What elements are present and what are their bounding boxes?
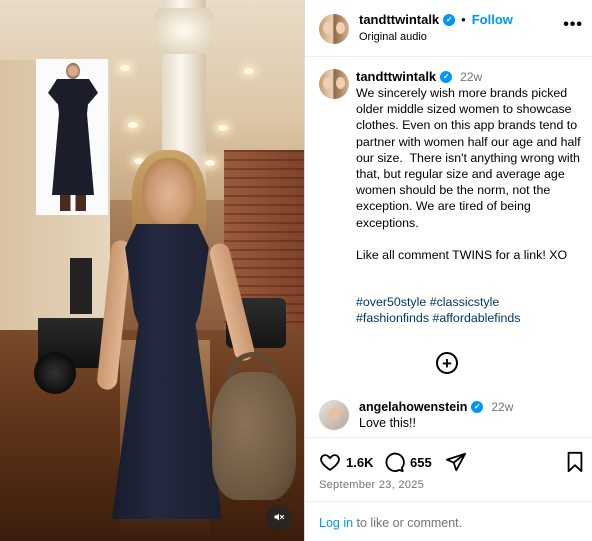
comment-timestamp[interactable]: 22w bbox=[491, 400, 513, 414]
caption-username[interactable]: tandttwintalk bbox=[356, 69, 436, 84]
hashtag-link[interactable]: #over50style bbox=[356, 295, 426, 309]
hashtags: #over50style #classicstyle #fashionfinds… bbox=[356, 294, 586, 326]
mute-button[interactable] bbox=[266, 504, 292, 530]
save-button[interactable] bbox=[565, 451, 585, 478]
speaker-muted-icon bbox=[274, 513, 285, 521]
ceiling-light bbox=[128, 122, 138, 128]
original-audio-link[interactable]: Original audio bbox=[359, 31, 427, 43]
hashtag-link[interactable]: #affordablefinds bbox=[432, 311, 520, 325]
comment-icon bbox=[385, 452, 405, 473]
plus-circle-icon: + bbox=[442, 353, 452, 373]
login-link[interactable]: Log in bbox=[319, 516, 353, 530]
comments-section[interactable]: tandttwintalk ✓ 22w We sincerely wish mo… bbox=[305, 57, 592, 437]
avatar[interactable] bbox=[319, 400, 349, 430]
verified-badge-icon: ✓ bbox=[443, 13, 456, 26]
separator-dot: • bbox=[461, 12, 466, 27]
comment-count[interactable]: 655 bbox=[410, 455, 432, 470]
hashtag-link[interactable]: #classicstyle bbox=[430, 295, 500, 309]
reel-video[interactable] bbox=[0, 0, 304, 541]
login-prompt: Log in to like or comment. bbox=[305, 501, 592, 541]
ceiling-light bbox=[205, 160, 215, 166]
woman-face bbox=[142, 158, 196, 224]
verified-badge-icon: ✓ bbox=[471, 401, 484, 413]
heart-icon bbox=[320, 454, 340, 471]
login-prompt-text: to like or comment. bbox=[353, 516, 463, 530]
avatar[interactable] bbox=[319, 14, 349, 44]
product-photo-inset bbox=[36, 59, 108, 215]
caption-timestamp[interactable]: 22w bbox=[460, 70, 482, 84]
comment-button[interactable]: 655 bbox=[383, 451, 432, 473]
more-options-icon[interactable]: ••• bbox=[563, 16, 583, 34]
paper-plane-icon bbox=[445, 452, 467, 472]
like-button[interactable]: 1.6K bbox=[319, 451, 373, 473]
post-header: tandttwintalk ✓ • Follow Original audio … bbox=[305, 0, 592, 57]
load-more-comments-button[interactable]: + bbox=[436, 352, 458, 374]
handbag bbox=[212, 372, 296, 500]
post-panel: tandttwintalk ✓ • Follow Original audio … bbox=[304, 0, 592, 541]
tv bbox=[70, 258, 92, 314]
ceiling-light bbox=[218, 125, 228, 131]
ceiling-light bbox=[244, 68, 254, 74]
comment-text: Love this!! bbox=[359, 416, 416, 430]
comment-username[interactable]: angelahowenstein bbox=[359, 400, 467, 414]
hashtag-link[interactable]: #fashionfinds bbox=[356, 311, 429, 325]
share-button[interactable] bbox=[445, 451, 467, 473]
like-count[interactable]: 1.6K bbox=[346, 455, 373, 470]
ceiling-light bbox=[120, 65, 130, 71]
avatar[interactable] bbox=[319, 69, 349, 99]
author-username[interactable]: tandttwintalk bbox=[359, 12, 439, 27]
follow-button[interactable]: Follow bbox=[472, 12, 513, 27]
bookmark-icon bbox=[567, 451, 583, 473]
speaker bbox=[34, 352, 76, 394]
verified-badge-icon: ✓ bbox=[440, 70, 453, 83]
caption-text: We sincerely wish more brands picked old… bbox=[356, 86, 581, 263]
action-bar: 1.6K 655 September 23, 2025 bbox=[305, 437, 592, 501]
post-date[interactable]: September 23, 2025 bbox=[319, 479, 424, 491]
